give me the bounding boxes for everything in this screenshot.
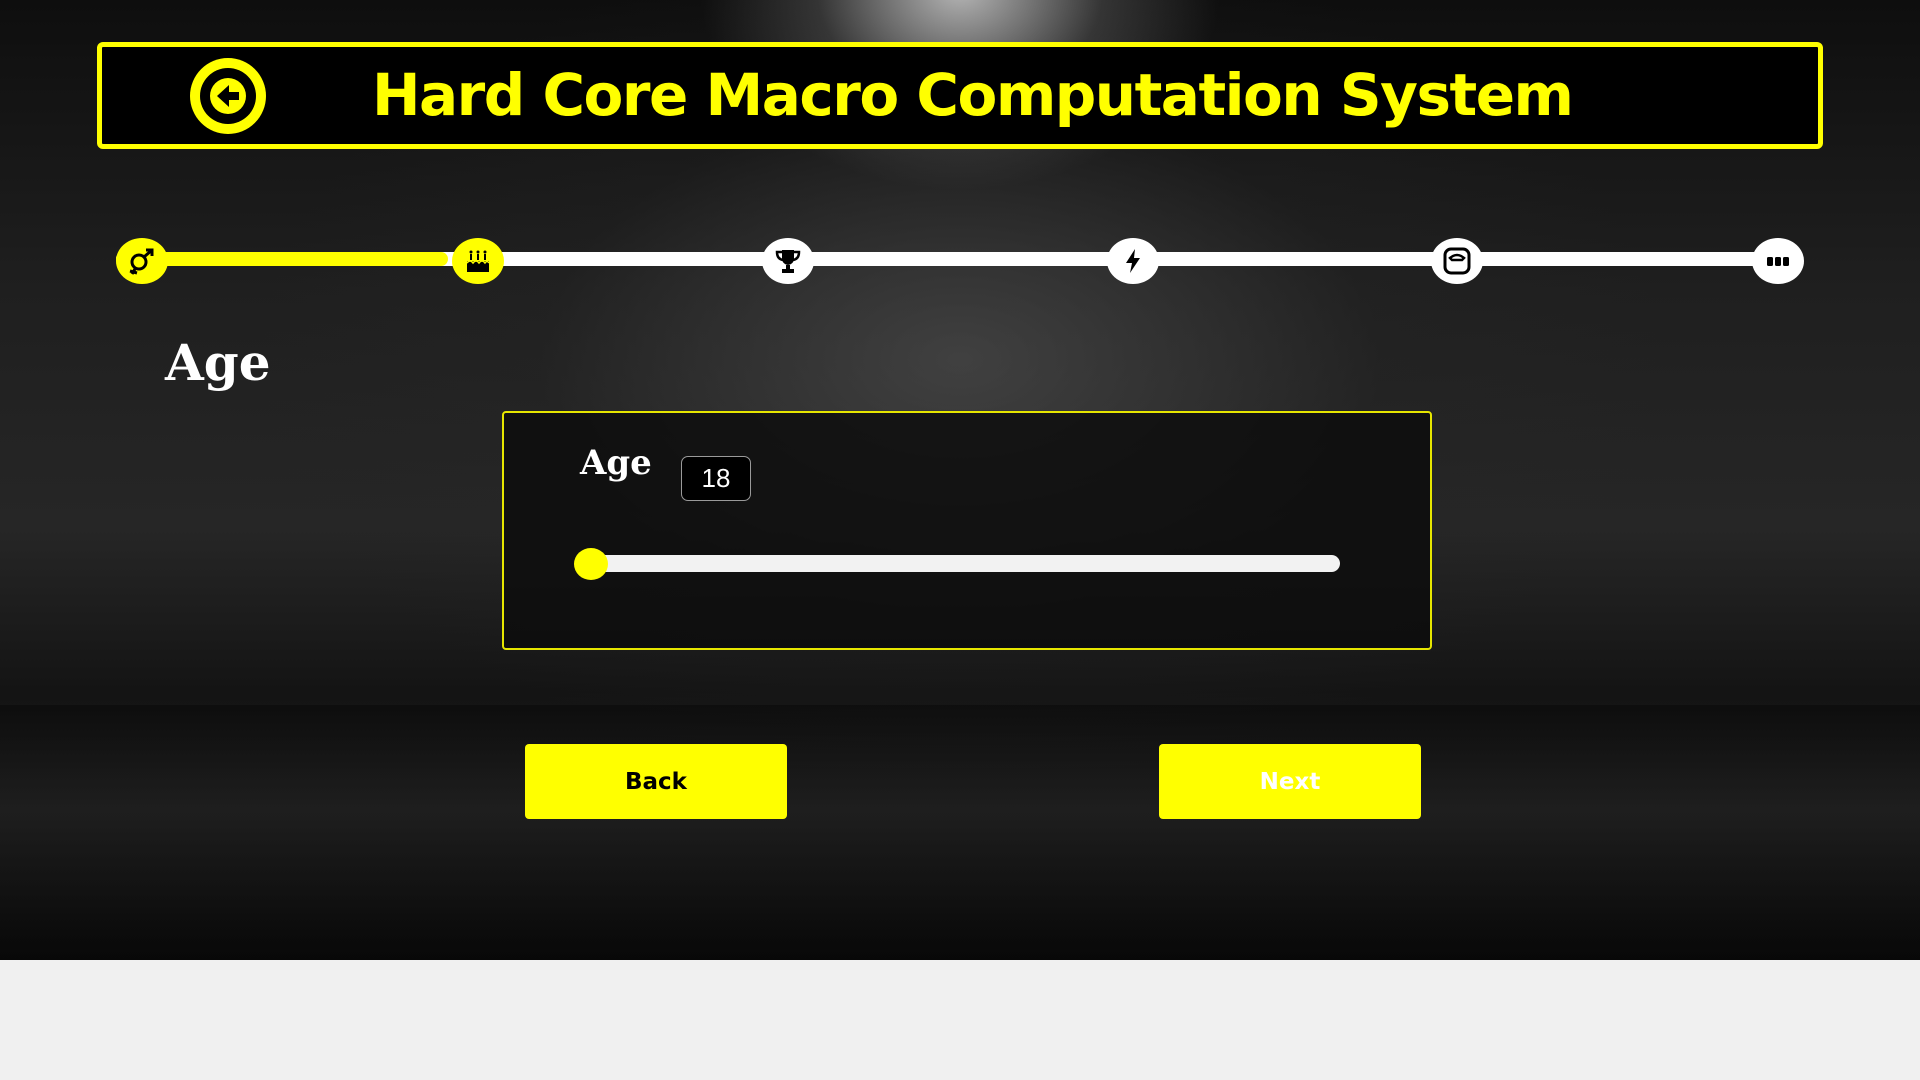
gender-icon xyxy=(129,248,154,275)
header-bar: Hard Core Macro Computation System xyxy=(97,42,1823,149)
step-gender[interactable] xyxy=(116,238,168,284)
next-button[interactable]: Next xyxy=(1159,744,1421,819)
lightning-icon xyxy=(1126,249,1140,273)
trophy-icon xyxy=(775,250,801,273)
step-activity[interactable] xyxy=(1107,238,1159,284)
page-title: Hard Core Macro Computation System xyxy=(372,61,1574,129)
back-button[interactable]: Back xyxy=(525,744,787,819)
background-floor xyxy=(0,705,1920,960)
section-title: Age xyxy=(165,333,271,392)
step-goal[interactable] xyxy=(762,238,814,284)
back-arrow-button[interactable] xyxy=(190,58,266,134)
background-stage: Hard Core Macro Computation System Age A… xyxy=(0,0,1920,960)
step-age[interactable] xyxy=(452,238,504,284)
more-icon xyxy=(1767,257,1789,266)
age-label: Age xyxy=(580,443,652,483)
scale-icon xyxy=(1443,247,1471,275)
arrow-left-circle-icon xyxy=(200,68,256,124)
step-more[interactable] xyxy=(1752,238,1804,284)
birthday-cake-icon xyxy=(466,250,490,272)
age-input[interactable] xyxy=(681,456,751,501)
age-card: Age xyxy=(502,411,1432,650)
step-weight[interactable] xyxy=(1431,238,1483,284)
age-slider-thumb[interactable] xyxy=(574,548,608,580)
age-slider[interactable] xyxy=(574,548,1340,580)
progress-track xyxy=(116,252,1778,266)
